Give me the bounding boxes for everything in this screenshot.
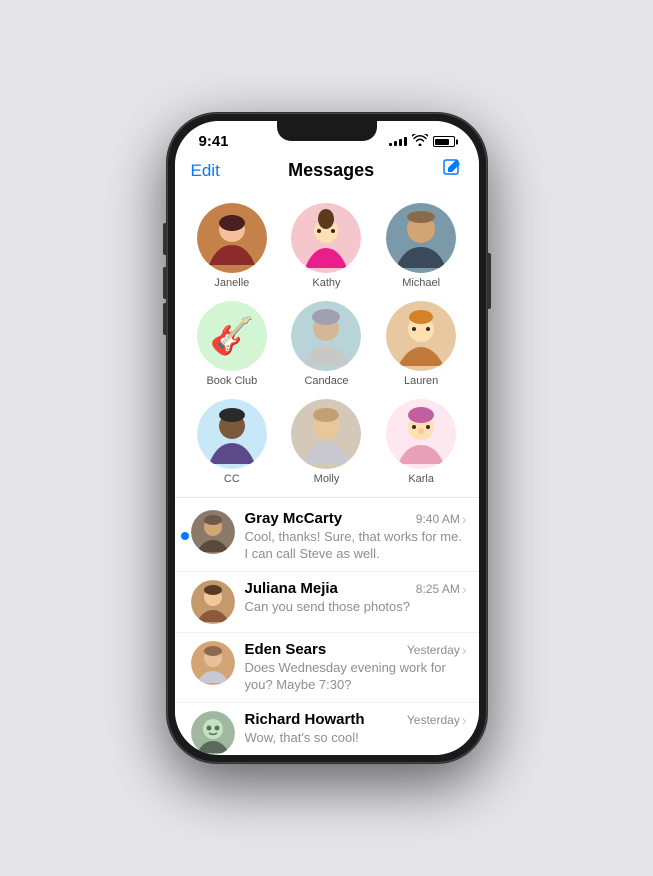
pinned-contacts-grid: Janelle Kathy bbox=[175, 199, 479, 489]
avatar bbox=[191, 510, 235, 554]
contact-name-bookclub: Book Club bbox=[206, 375, 257, 387]
phone-frame: 9:41 bbox=[167, 113, 487, 763]
message-preview: Can you send those photos? bbox=[245, 599, 467, 616]
chevron-icon: › bbox=[462, 712, 467, 728]
notch bbox=[277, 121, 377, 141]
unread-indicator bbox=[181, 532, 189, 540]
message-time: 8:25 AM › bbox=[416, 581, 467, 597]
message-list: Gray McCarty 9:40 AM › Cool, thanks! Sur… bbox=[175, 502, 479, 755]
section-divider bbox=[175, 497, 479, 498]
svg-text:🎸: 🎸 bbox=[209, 315, 254, 357]
message-time: Yesterday › bbox=[407, 712, 467, 728]
message-content: Eden Sears Yesterday › Does Wednesday ev… bbox=[245, 641, 467, 694]
message-content: Richard Howarth Yesterday › Wow, that's … bbox=[245, 711, 467, 747]
contact-name-kathy: Kathy bbox=[312, 277, 340, 289]
status-time: 9:41 bbox=[199, 133, 229, 150]
pinned-contact-karla[interactable]: Karla bbox=[376, 395, 467, 489]
contact-name-lauren: Lauren bbox=[404, 375, 438, 387]
message-preview: Does Wednesday evening work for you? May… bbox=[245, 660, 467, 694]
message-time: Yesterday › bbox=[407, 642, 467, 658]
chevron-icon: › bbox=[462, 581, 467, 597]
status-icons bbox=[389, 134, 455, 149]
sender-name: Juliana Mejia bbox=[245, 580, 338, 597]
contact-name-michael: Michael bbox=[402, 277, 440, 289]
message-preview: Cool, thanks! Sure, that works for me. I… bbox=[245, 529, 467, 563]
wifi-icon bbox=[412, 134, 428, 149]
message-time: 9:40 AM › bbox=[416, 511, 467, 527]
message-preview: Wow, that's so cool! bbox=[245, 730, 467, 747]
pinned-contact-candace[interactable]: Candace bbox=[281, 297, 372, 391]
pinned-contact-janelle[interactable]: Janelle bbox=[187, 199, 278, 293]
message-content: Gray McCarty 9:40 AM › Cool, thanks! Sur… bbox=[245, 510, 467, 563]
contact-name-karla: Karla bbox=[408, 473, 434, 485]
pinned-contact-lauren[interactable]: Lauren bbox=[376, 297, 467, 391]
avatar bbox=[191, 641, 235, 685]
sender-name: Gray McCarty bbox=[245, 510, 343, 527]
contact-name-candace: Candace bbox=[304, 375, 348, 387]
avatar bbox=[191, 580, 235, 624]
message-row[interactable]: Juliana Mejia 8:25 AM › Can you send tho… bbox=[175, 572, 479, 633]
contact-name-janelle: Janelle bbox=[214, 277, 249, 289]
pinned-contact-bookclub[interactable]: 🎸 Book Club bbox=[187, 297, 278, 391]
compose-button[interactable] bbox=[442, 158, 462, 183]
pinned-contact-michael[interactable]: Michael bbox=[376, 199, 467, 293]
pinned-contact-cc[interactable]: CC bbox=[187, 395, 278, 489]
chevron-icon: › bbox=[462, 642, 467, 658]
sender-name: Richard Howarth bbox=[245, 711, 365, 728]
chevron-icon: › bbox=[462, 511, 467, 527]
phone-screen: 9:41 bbox=[175, 121, 479, 755]
pinned-contacts-section: Janelle Kathy bbox=[175, 191, 479, 493]
contact-name-molly: Molly bbox=[314, 473, 340, 485]
message-row[interactable]: Richard Howarth Yesterday › Wow, that's … bbox=[175, 703, 479, 755]
message-row[interactable]: Gray McCarty 9:40 AM › Cool, thanks! Sur… bbox=[175, 502, 479, 572]
avatar bbox=[191, 711, 235, 755]
pinned-contact-molly[interactable]: Molly bbox=[281, 395, 372, 489]
app-header: Edit Messages bbox=[175, 154, 479, 191]
sender-name: Eden Sears bbox=[245, 641, 327, 658]
battery-icon bbox=[433, 136, 455, 147]
edit-button[interactable]: Edit bbox=[191, 161, 220, 181]
signal-icon bbox=[389, 137, 407, 146]
message-content: Juliana Mejia 8:25 AM › Can you send tho… bbox=[245, 580, 467, 616]
pinned-contact-kathy[interactable]: Kathy bbox=[281, 199, 372, 293]
message-row[interactable]: Eden Sears Yesterday › Does Wednesday ev… bbox=[175, 633, 479, 703]
page-title: Messages bbox=[288, 160, 374, 181]
contact-name-cc: CC bbox=[224, 473, 240, 485]
